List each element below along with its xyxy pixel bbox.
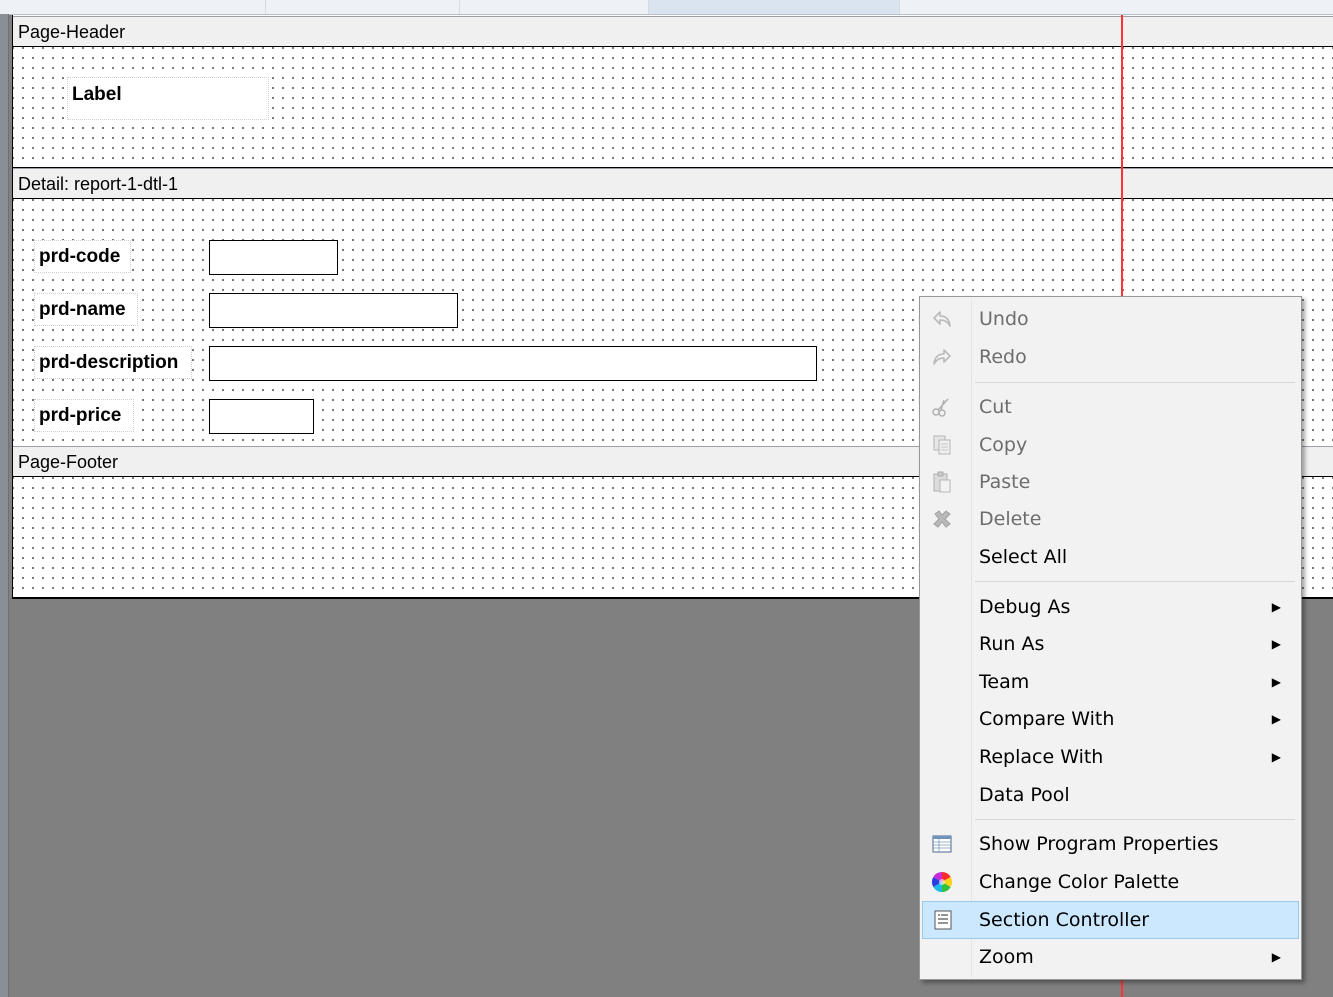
menu-item-data-pool[interactable]: Data Pool (922, 778, 1299, 812)
label-prd-code[interactable]: prd-code (34, 240, 131, 273)
copy-icon (930, 433, 954, 457)
menu-item-run-as[interactable]: Run As ▶ (922, 627, 1299, 661)
menu-item-label: Debug As (979, 596, 1071, 618)
field-prd-description[interactable] (209, 346, 817, 381)
section-body-page-header[interactable]: Label (13, 47, 1333, 167)
menu-item-select-all[interactable]: Select All (922, 540, 1299, 574)
menu-item-team[interactable]: Team ▶ (922, 665, 1299, 699)
menu-item-label: Compare With (979, 708, 1115, 730)
label-prd-price[interactable]: prd-price (34, 399, 134, 432)
section-header-page-header[interactable]: Page-Header (13, 16, 1333, 47)
delete-icon (930, 507, 954, 531)
label-text: prd-description (39, 352, 179, 373)
menu-item-label: Section Controller (979, 909, 1150, 931)
submenu-arrow-icon: ▶ (1271, 750, 1281, 764)
menu-item-replace-with[interactable]: Replace With ▶ (922, 740, 1299, 774)
cut-icon (930, 395, 954, 419)
submenu-arrow-icon: ▶ (1271, 950, 1281, 964)
undo-icon (930, 307, 954, 331)
menu-item-cut[interactable]: Cut (922, 390, 1299, 424)
ruler-segment (266, 0, 460, 14)
label-text: prd-code (39, 246, 121, 267)
field-prd-code[interactable] (209, 240, 338, 275)
menu-item-debug-as[interactable]: Debug As ▶ (922, 590, 1299, 624)
menu-item-label: Cut (979, 396, 1012, 418)
label-prd-name[interactable]: prd-name (34, 293, 138, 326)
menu-item-label: Paste (979, 471, 1031, 493)
submenu-arrow-icon: ▶ (1271, 675, 1281, 689)
label-text: prd-name (39, 299, 126, 320)
menu-item-label: Run As (979, 633, 1045, 655)
label-text: prd-price (39, 405, 122, 426)
context-menu: Undo Redo Cut Copy Paste Delete Select A… (919, 296, 1302, 980)
ruler-segment (460, 0, 649, 14)
menu-separator (975, 581, 1295, 582)
menu-item-section-controller[interactable]: Section Controller (922, 901, 1299, 939)
left-panel-edge (0, 14, 9, 997)
ruler-segment (0, 0, 266, 14)
editor-top-strip (0, 0, 1333, 15)
properties-table-icon (930, 832, 954, 856)
section-title: Detail: report-1-dtl-1 (18, 174, 179, 194)
section-title: Page-Header (18, 22, 126, 42)
header-label-text: Label (72, 84, 122, 105)
submenu-arrow-icon: ▶ (1271, 600, 1281, 614)
menu-item-label: Team (979, 671, 1030, 693)
menu-item-label: Select All (979, 546, 1068, 568)
color-wheel-icon (930, 870, 954, 894)
menu-item-label: Replace With (979, 746, 1104, 768)
section-header-detail[interactable]: Detail: report-1-dtl-1 (13, 168, 1333, 199)
menu-item-delete[interactable]: Delete (922, 502, 1299, 536)
label-prd-description[interactable]: prd-description (34, 346, 192, 379)
menu-item-redo[interactable]: Redo (922, 340, 1299, 374)
menu-item-paste[interactable]: Paste (922, 465, 1299, 499)
menu-item-compare-with[interactable]: Compare With ▶ (922, 702, 1299, 736)
menu-item-label: Copy (979, 434, 1028, 456)
ruler-segment (649, 0, 900, 14)
menu-item-undo[interactable]: Undo (922, 302, 1299, 336)
field-prd-name[interactable] (209, 293, 458, 328)
menu-item-label: Data Pool (979, 784, 1070, 806)
redo-icon (930, 345, 954, 369)
submenu-arrow-icon: ▶ (1271, 712, 1281, 726)
menu-item-label: Show Program Properties (979, 833, 1219, 855)
menu-item-label: Change Color Palette (979, 871, 1180, 893)
section-title: Page-Footer (18, 452, 119, 472)
menu-separator (975, 819, 1295, 820)
paste-icon (930, 470, 954, 494)
menu-item-label: Redo (979, 346, 1027, 368)
menu-item-zoom[interactable]: Zoom ▶ (922, 940, 1299, 974)
menu-item-label: Delete (979, 508, 1042, 530)
menu-separator (975, 382, 1295, 383)
submenu-arrow-icon: ▶ (1271, 637, 1281, 651)
menu-item-label: Zoom (979, 946, 1034, 968)
menu-item-copy[interactable]: Copy (922, 428, 1299, 462)
menu-item-show-program-properties[interactable]: Show Program Properties (922, 827, 1299, 861)
field-prd-price[interactable] (209, 399, 314, 434)
menu-item-label: Undo (979, 308, 1029, 330)
menu-item-change-color-palette[interactable]: Change Color Palette (922, 865, 1299, 899)
header-label-control[interactable]: Label (67, 77, 269, 120)
section-controller-icon (931, 908, 955, 932)
